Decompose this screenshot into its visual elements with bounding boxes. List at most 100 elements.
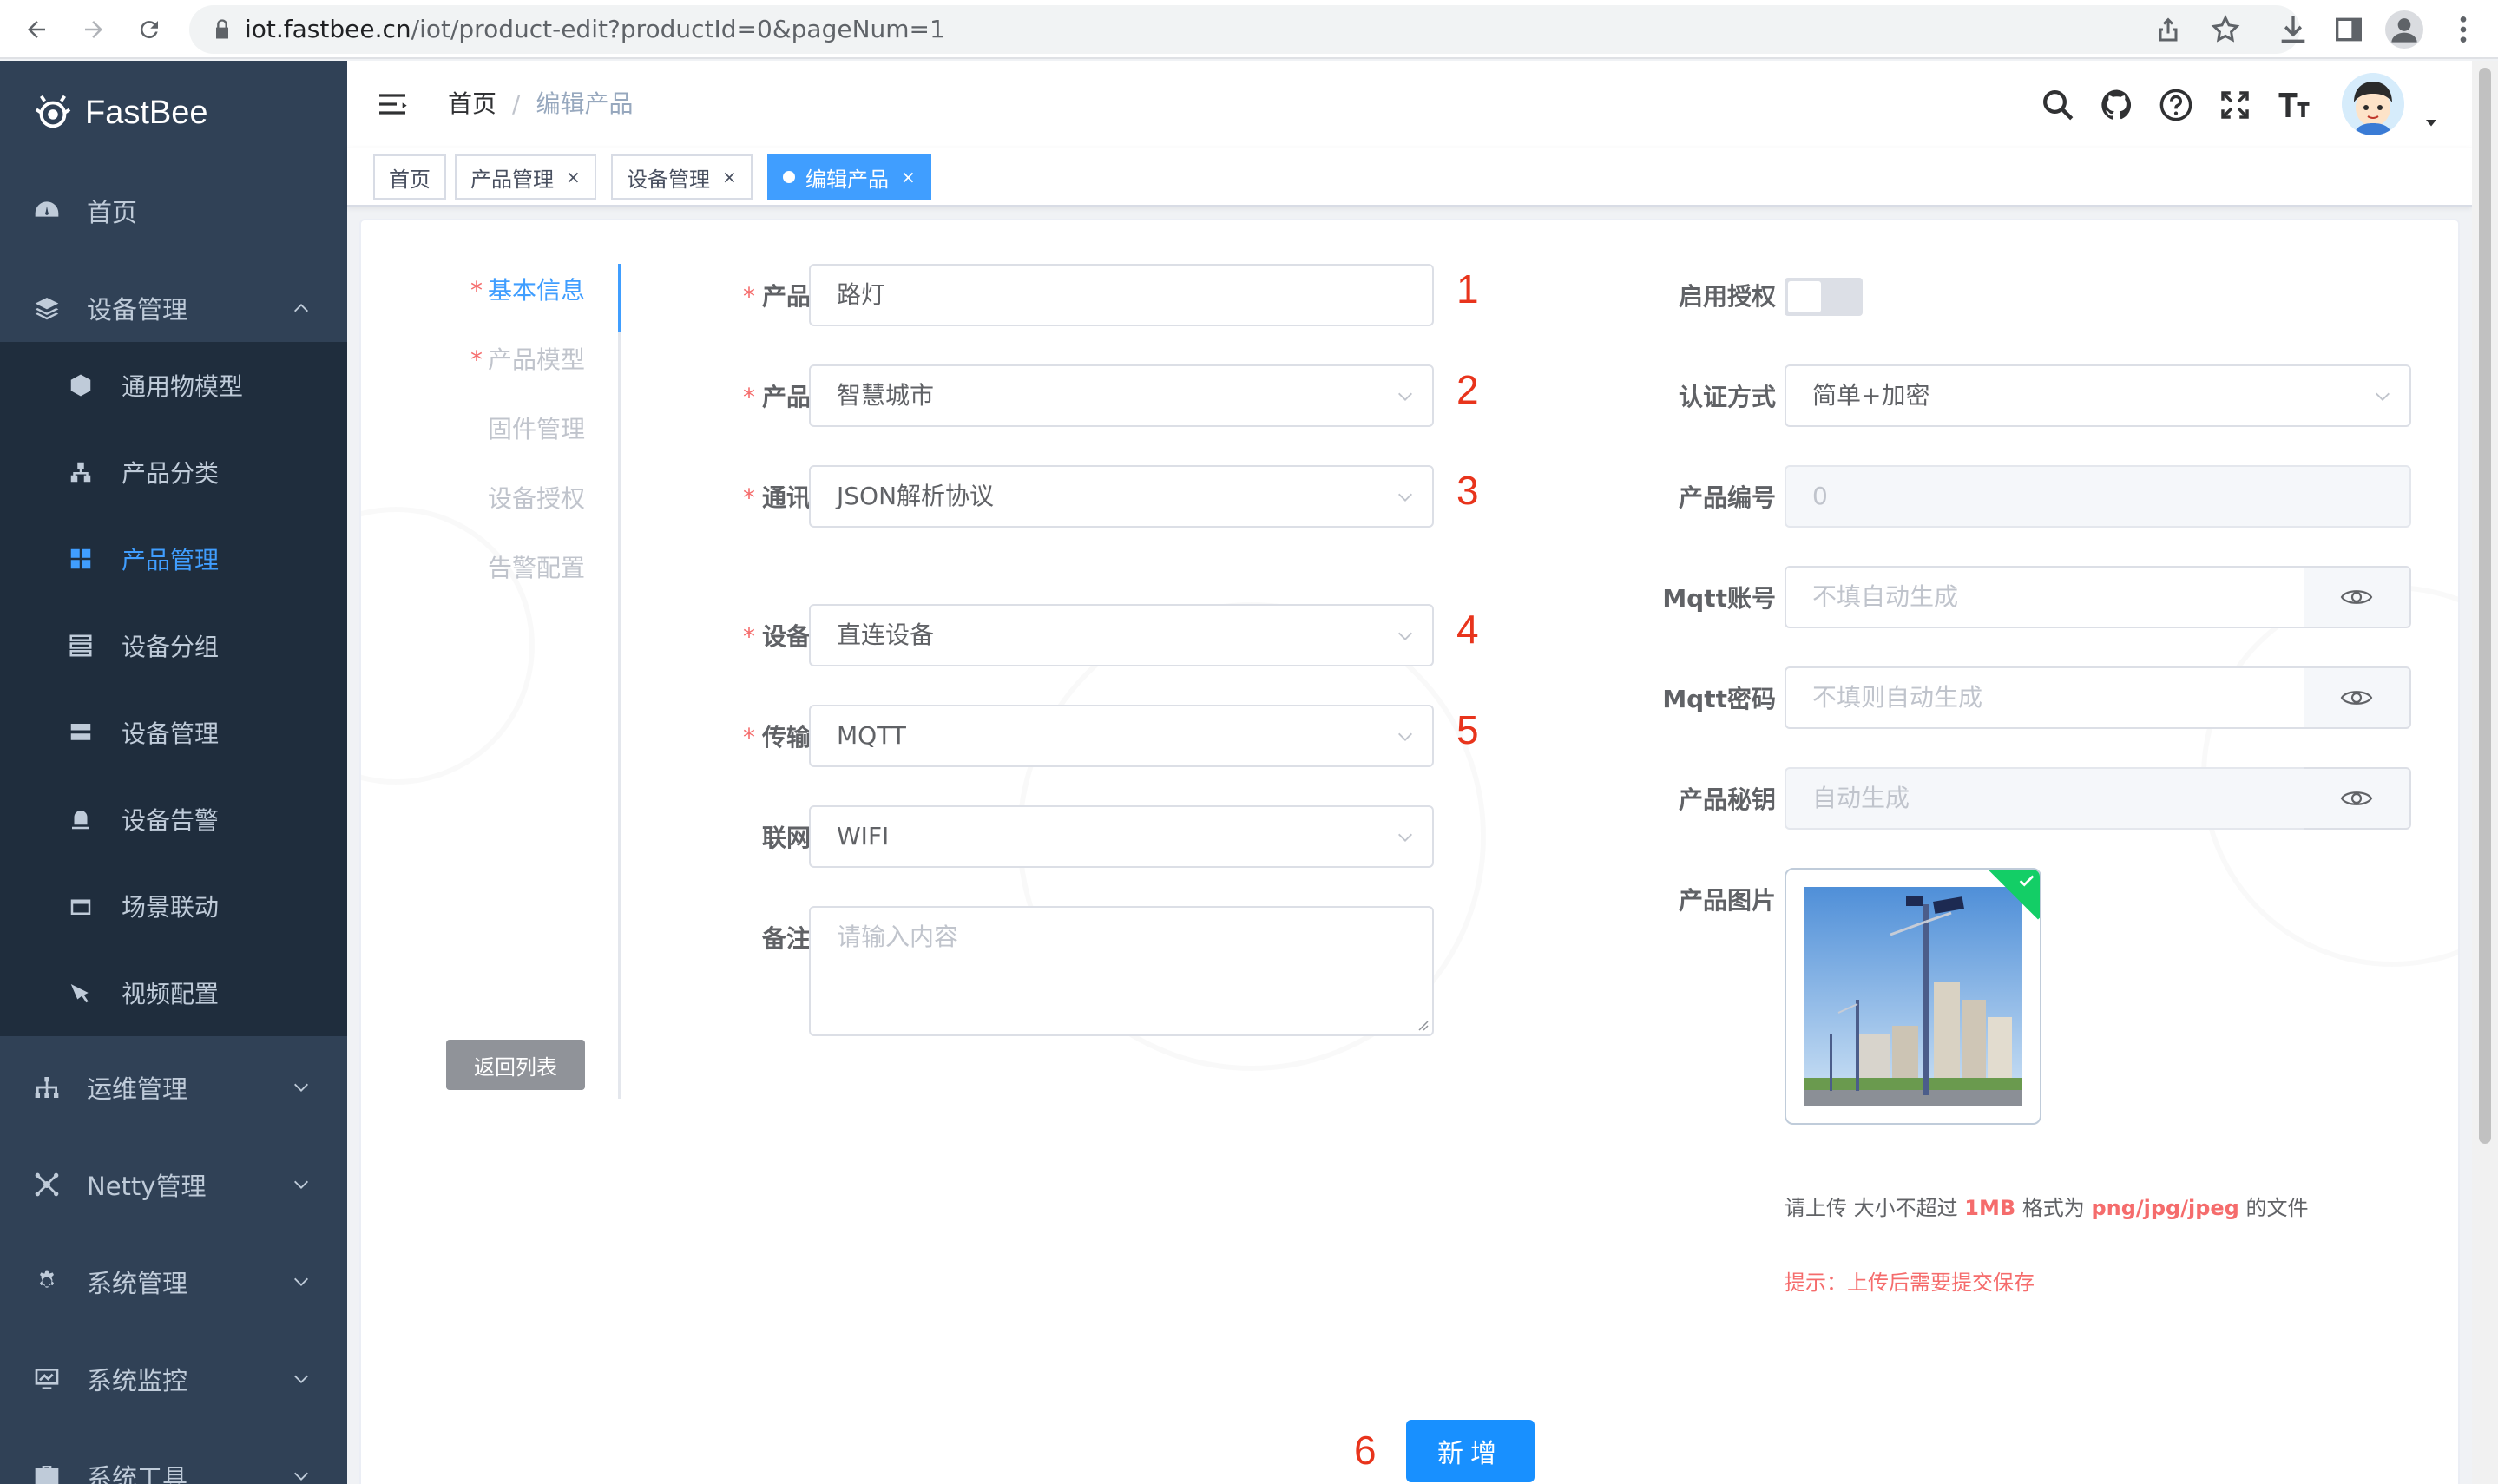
- auth-enable-switch[interactable]: [1785, 278, 1863, 316]
- close-icon[interactable]: ×: [722, 167, 737, 187]
- chevron-down-icon: [1398, 732, 1412, 741]
- tab-alarm-config[interactable]: 告警配置: [396, 538, 621, 599]
- sidebar-item-ops-management[interactable]: 运维管理: [0, 1040, 347, 1135]
- star-icon[interactable]: [2210, 14, 2241, 45]
- close-icon[interactable]: ×: [901, 167, 916, 187]
- tag-edit-product[interactable]: 编辑产品 ×: [767, 154, 931, 200]
- remark-textarea[interactable]: 请输入内容: [809, 906, 1434, 1036]
- back-to-list-button[interactable]: 返回列表: [446, 1040, 585, 1090]
- category-select[interactable]: 智慧城市: [809, 364, 1434, 427]
- resize-grip-icon[interactable]: [1417, 1019, 1429, 1031]
- chevron-down-icon: [1398, 493, 1412, 502]
- close-icon[interactable]: ×: [566, 167, 581, 187]
- sidebar-item-home[interactable]: 首页: [0, 163, 347, 259]
- hint-text: 的文件: [2245, 1196, 2309, 1220]
- sidebar-item-product-management[interactable]: 产品管理: [0, 515, 347, 602]
- annotation-marker: 1: [1456, 266, 1479, 312]
- mqtt-password-input[interactable]: 不填则自动生成: [1785, 666, 2305, 729]
- mqtt-password-label: Mqtt密码: [1611, 680, 1776, 715]
- sidebar-item-system-management[interactable]: 系统管理: [0, 1234, 347, 1330]
- tab-label: 固件管理: [487, 415, 585, 443]
- avatar[interactable]: [2342, 73, 2404, 135]
- tab-label: 告警配置: [487, 554, 585, 582]
- switch-knob: [1788, 281, 1821, 312]
- profile-icon[interactable]: [2385, 10, 2423, 49]
- forward-arrow-icon[interactable]: [75, 10, 113, 49]
- transport-select[interactable]: MQTT: [809, 705, 1434, 767]
- caret-down-icon[interactable]: [2423, 115, 2439, 130]
- scrollbar-thumb[interactable]: [2479, 68, 2491, 1144]
- reload-icon[interactable]: [130, 10, 168, 49]
- sidebar-item-label: 首页: [87, 198, 138, 227]
- add-submit-button[interactable]: 新增: [1406, 1420, 1535, 1482]
- url-host: iot.fastbee.cn: [245, 15, 411, 43]
- network-select[interactable]: WIFI: [809, 805, 1434, 868]
- show-product-secret-button[interactable]: [2304, 767, 2411, 830]
- chevron-down-icon: [2376, 392, 2390, 401]
- street-light-image: [1804, 887, 2022, 1106]
- product-image-upload[interactable]: [1785, 868, 2041, 1125]
- sidebar-item-devices[interactable]: 设备管理: [0, 689, 347, 776]
- tab-firmware[interactable]: 固件管理: [396, 399, 621, 460]
- required-mark: *: [742, 383, 755, 411]
- user-avatar-icon: [2342, 73, 2404, 135]
- mqtt-account-input[interactable]: 不填自动生成: [1785, 566, 2305, 628]
- show-mqtt-password-button[interactable]: [2304, 666, 2411, 729]
- tag-product-management[interactable]: 产品管理 ×: [455, 154, 596, 200]
- sidebar-item-thing-model[interactable]: 通用物模型: [0, 342, 347, 429]
- annotation-marker: 6: [1354, 1428, 1377, 1473]
- share-icon[interactable]: [2153, 14, 2184, 45]
- sidebar-item-netty-management[interactable]: Netty管理: [0, 1137, 347, 1232]
- font-size-icon[interactable]: [2276, 87, 2312, 123]
- label-text: Mqtt账号: [1662, 584, 1776, 613]
- chevron-down-icon: [1398, 833, 1412, 842]
- sidebar-item-system-monitor[interactable]: 系统监控: [0, 1331, 347, 1427]
- sidebar-item-label: Netty管理: [87, 1172, 207, 1201]
- fullscreen-icon[interactable]: [2217, 87, 2253, 123]
- chevron-down-icon: [294, 1277, 308, 1286]
- tag-device-management[interactable]: 设备管理 ×: [611, 154, 753, 200]
- product-name-input[interactable]: 路灯: [809, 264, 1434, 326]
- sidebar-item-product-category[interactable]: 产品分类: [0, 429, 347, 515]
- hamburger-menu-icon[interactable]: [375, 87, 410, 121]
- tab-basic-info[interactable]: * 基本信息: [396, 260, 621, 321]
- back-arrow-icon[interactable]: [17, 10, 56, 49]
- tags-view: 首页 产品管理 × 设备管理 × 编辑产品 ×: [347, 148, 2472, 207]
- group-icon: [69, 634, 92, 657]
- sidebar-item-label: 产品分类: [122, 459, 220, 488]
- address-bar[interactable]: iot.fastbee.cn/iot/product-edit?productI…: [189, 5, 2300, 54]
- tab-product-model[interactable]: * 产品模型: [396, 330, 621, 391]
- sidebar-item-device-group[interactable]: 设备分组: [0, 602, 347, 689]
- chevron-down-icon: [294, 1180, 308, 1189]
- more-vertical-icon[interactable]: [2446, 12, 2481, 47]
- breadcrumb-home[interactable]: 首页: [448, 89, 496, 118]
- label-text: 产品图片: [1678, 886, 1776, 915]
- sidebar-item-video-config[interactable]: 视频配置: [0, 949, 347, 1036]
- show-mqtt-account-button[interactable]: [2304, 566, 2411, 628]
- sidebar-item-system-tools[interactable]: 系统工具: [0, 1428, 347, 1484]
- step-active-indicator: [618, 264, 621, 332]
- required-mark: *: [470, 276, 483, 305]
- tag-home[interactable]: 首页: [373, 154, 446, 200]
- sidepanel-icon[interactable]: [2331, 12, 2366, 47]
- chevron-down-icon: [1398, 632, 1412, 640]
- tab-label: 产品模型: [487, 345, 585, 374]
- app-logo[interactable]: FastBee: [33, 78, 208, 148]
- product-secret-label: 产品秘钥: [1611, 781, 1776, 816]
- network-icon: [35, 1172, 59, 1197]
- label-text: 认证方式: [1678, 383, 1776, 411]
- protocol-select[interactable]: JSON解析协议: [809, 465, 1434, 528]
- tab-device-auth[interactable]: 设备授权: [396, 469, 621, 529]
- sidebar-item-scene-linkage[interactable]: 场景联动: [0, 863, 347, 949]
- product-id-input: 0: [1785, 465, 2411, 528]
- search-icon[interactable]: [2040, 87, 2076, 123]
- download-icon[interactable]: [2276, 12, 2311, 47]
- select-value: 简单+加密: [1812, 381, 1930, 410]
- help-circle-icon[interactable]: [2158, 87, 2194, 123]
- required-mark: *: [470, 345, 483, 374]
- sidebar-item-device-alarm[interactable]: 设备告警: [0, 776, 347, 863]
- device-type-select[interactable]: 直连设备: [809, 604, 1434, 666]
- page-scrollbar[interactable]: [2472, 61, 2498, 1484]
- github-icon[interactable]: [2099, 87, 2135, 123]
- auth-method-select[interactable]: 简单+加密: [1785, 364, 2411, 427]
